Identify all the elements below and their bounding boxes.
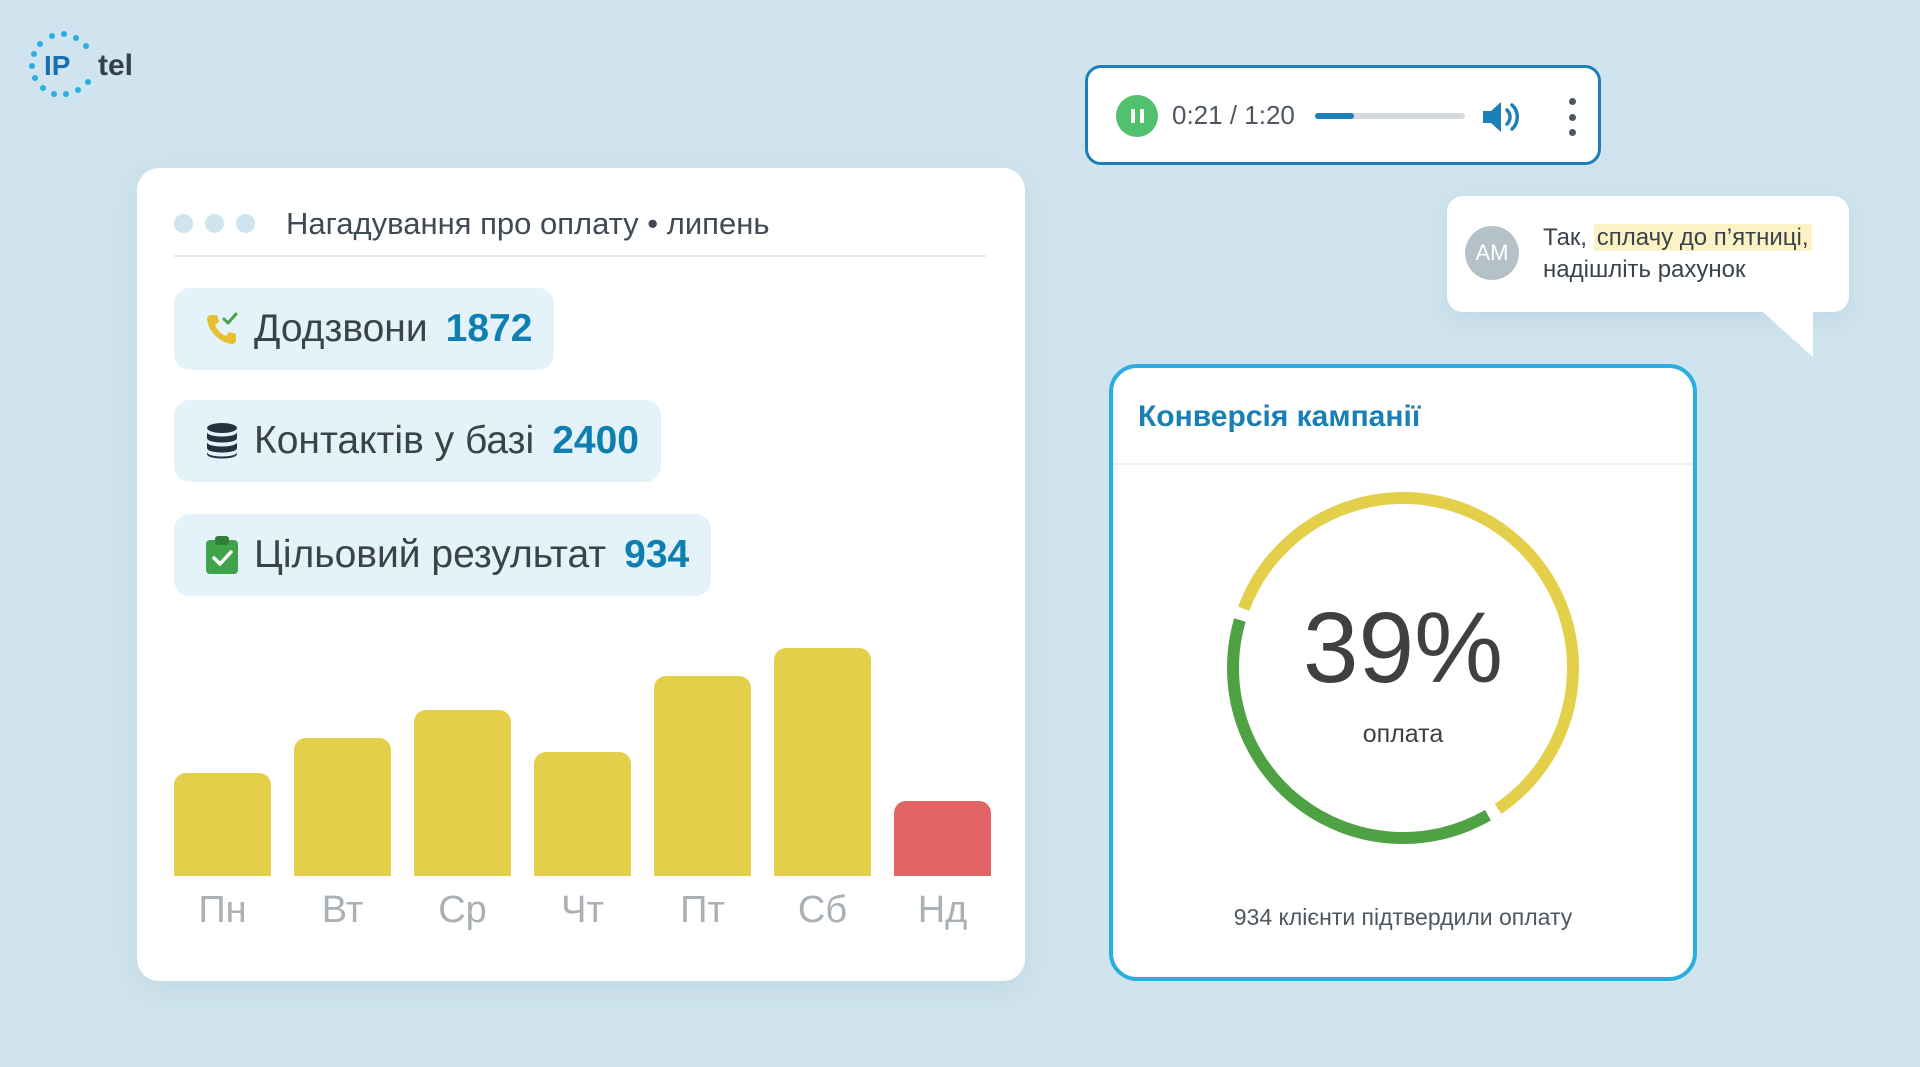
playback-time: 0:21 / 1:20	[1172, 100, 1295, 130]
bar	[174, 772, 271, 876]
conversion-sub: оплата	[1362, 720, 1444, 748]
pause-button[interactable]	[1116, 95, 1158, 137]
bar-label: Пт	[680, 889, 725, 931]
bar-label: Нд	[917, 889, 968, 931]
campaign-card: Нагадування про оплату • липень Додзвони…	[137, 168, 1025, 981]
conversion-title: Конверсія кампанії	[1138, 400, 1421, 433]
bar-label: Сб	[797, 889, 848, 931]
window-dot	[205, 214, 224, 233]
bubble-tail	[1755, 305, 1813, 357]
chat-bubble: AM Так, сплачу до п’ятниці, надішліть ра…	[1447, 196, 1849, 312]
conversion-divider	[1113, 463, 1693, 465]
chat-message: Так, сплачу до п’ятниці, надішліть рахун…	[1543, 222, 1843, 286]
stat-target: Цільовий результат 934	[174, 514, 712, 596]
bar	[414, 709, 511, 876]
conversion-footer: 934 клієнти підтвердили оплату	[1233, 904, 1573, 930]
more-options-icon[interactable]	[1568, 98, 1576, 136]
message-highlight: сплачу до п’ятниці,	[1593, 224, 1812, 251]
bar	[894, 801, 991, 876]
window-dot	[236, 214, 255, 233]
svg-text:tel: tel	[98, 49, 133, 82]
header-divider	[174, 255, 986, 257]
stat-calls: Додзвони 1872	[174, 288, 555, 370]
bar	[774, 648, 871, 876]
bar-label: Ср	[438, 889, 487, 931]
progress-track[interactable]	[1315, 113, 1465, 119]
bar	[294, 738, 391, 876]
pause-icon	[1130, 109, 1135, 123]
conversion-percent: 39%	[1302, 592, 1504, 704]
bar-label: Вт	[321, 889, 364, 931]
stat-value: 934	[624, 533, 690, 576]
stat-label: Цільовий результат	[254, 533, 607, 576]
iptel-logo: IP tel	[26, 30, 156, 100]
avatar: AM	[1465, 226, 1519, 280]
volume-icon[interactable]	[1480, 98, 1524, 136]
message-prefix: Так,	[1543, 224, 1594, 251]
pause-icon	[1139, 109, 1144, 123]
iptel-logo-mark: IP tel	[29, 31, 133, 97]
card-header: Нагадування про оплату • липень	[174, 198, 986, 248]
conversion-card: Конверсія кампанії 39% оплата 934 клієнт…	[1109, 364, 1697, 981]
stat-value: 1872	[445, 307, 533, 350]
svg-text:IP: IP	[44, 50, 70, 81]
message-suffix: надішліть рахунок	[1543, 256, 1746, 283]
audio-player: 0:21 / 1:20	[1085, 65, 1601, 165]
stat-contacts: Контактів у базі 2400	[174, 400, 661, 482]
bar-label: Пн	[198, 889, 247, 931]
window-dot	[174, 214, 193, 233]
progress-fill	[1315, 113, 1354, 119]
bar	[534, 752, 631, 876]
stat-value: 2400	[552, 419, 639, 462]
weekly-bar-chart: Пн Вт Ср Чт Пт Сб Нд	[174, 648, 991, 948]
bar-label: Чт	[561, 889, 604, 931]
stat-label: Додзвони	[254, 307, 428, 350]
database-icon	[204, 421, 240, 461]
window-dots	[174, 214, 255, 233]
stat-label: Контактів у базі	[254, 419, 535, 462]
clipboard-check-icon	[204, 535, 240, 575]
phone-check-icon	[204, 309, 240, 349]
bar	[654, 676, 751, 876]
card-title: Нагадування про оплату • липень	[286, 206, 770, 241]
